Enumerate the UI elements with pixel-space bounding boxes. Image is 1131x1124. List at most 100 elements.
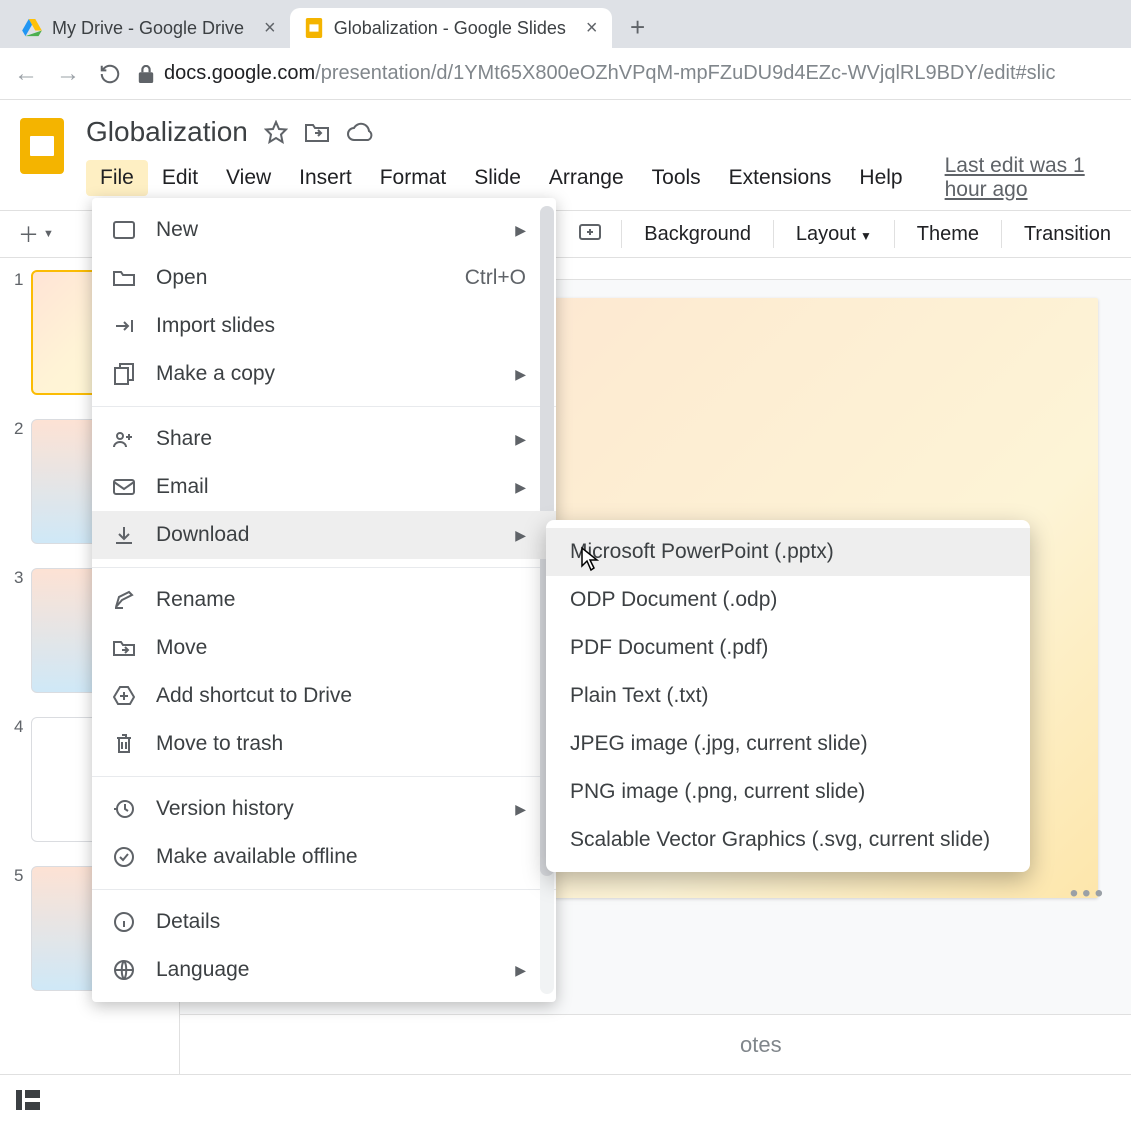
file-import[interactable]: Import slides — [92, 302, 556, 350]
browser-tab-title: My Drive - Google Drive — [52, 18, 244, 39]
download-pdf[interactable]: PDF Document (.pdf) — [546, 624, 1030, 672]
file-download[interactable]: Download ▶ — [92, 511, 556, 559]
new-icon — [110, 221, 138, 239]
thumb-index: 1 — [14, 270, 23, 290]
file-language[interactable]: Language ▶ — [92, 946, 556, 994]
last-edit-link[interactable]: Last edit was 1 hour ago — [945, 154, 1115, 202]
file-version-history[interactable]: Version history ▶ — [92, 785, 556, 833]
slides-logo[interactable] — [12, 116, 72, 176]
theme-button[interactable]: Theme — [907, 219, 989, 250]
email-icon — [110, 479, 138, 495]
layout-button[interactable]: Layout▼ — [786, 219, 882, 250]
folder-icon — [110, 269, 138, 287]
menu-edit[interactable]: Edit — [148, 160, 212, 196]
import-icon — [110, 317, 138, 335]
url-path: /presentation/d/1YMt65X800eOZhVPqM-mpFZu… — [315, 62, 1055, 84]
drive-favicon — [22, 18, 42, 38]
file-details[interactable]: Details — [92, 898, 556, 946]
background-button[interactable]: Background — [634, 219, 761, 250]
offline-icon — [110, 846, 138, 868]
open-shortcut: Ctrl+O — [465, 266, 526, 290]
menu-slide[interactable]: Slide — [460, 160, 535, 196]
more-icon[interactable]: ••• — [1070, 880, 1107, 908]
file-new[interactable]: New ▶ — [92, 206, 556, 254]
menu-bar: File Edit View Insert Format Slide Arran… — [86, 154, 1115, 202]
rename-icon — [110, 590, 138, 610]
submenu-arrow-icon: ▶ — [515, 962, 526, 979]
menu-separator — [92, 776, 556, 777]
menu-separator — [92, 406, 556, 407]
history-icon — [110, 798, 138, 820]
file-move[interactable]: Move — [92, 624, 556, 672]
menu-help[interactable]: Help — [845, 160, 916, 196]
browser-tab-title: Globalization - Google Slides — [334, 18, 566, 39]
url-host: docs.google.com — [164, 62, 315, 84]
thumb-index: 2 — [14, 419, 23, 439]
file-menu-dropdown: New ▶ Open Ctrl+O Import slides Make a c… — [92, 198, 556, 1002]
close-tab-icon[interactable]: × — [264, 17, 276, 40]
menu-tools[interactable]: Tools — [638, 160, 715, 196]
menu-file[interactable]: File — [86, 160, 148, 196]
file-add-shortcut[interactable]: Add shortcut to Drive — [92, 672, 556, 720]
share-icon — [110, 430, 138, 448]
download-jpg[interactable]: JPEG image (.jpg, current slide) — [546, 720, 1030, 768]
trash-icon — [110, 733, 138, 755]
shortcut-icon — [110, 686, 138, 706]
menu-view[interactable]: View — [212, 160, 285, 196]
copy-icon — [110, 363, 138, 385]
browser-address-bar: ← → docs.google.com/presentation/d/1YMt6… — [0, 48, 1131, 100]
back-button[interactable]: ← — [12, 60, 40, 88]
download-png[interactable]: PNG image (.png, current slide) — [546, 768, 1030, 816]
new-slide-button[interactable]: ＋ ▼ — [10, 215, 62, 253]
submenu-arrow-icon: ▶ — [515, 479, 526, 496]
file-trash[interactable]: Move to trash — [92, 720, 556, 768]
slides-favicon — [304, 18, 324, 38]
download-submenu: Microsoft PowerPoint (.pptx) ODP Documen… — [546, 520, 1030, 872]
browser-tab-drive[interactable]: My Drive - Google Drive × — [8, 8, 290, 48]
submenu-arrow-icon: ▶ — [515, 366, 526, 383]
info-icon — [110, 911, 138, 933]
globe-icon — [110, 959, 138, 981]
speaker-notes[interactable]: otes — [180, 1014, 1131, 1074]
submenu-arrow-icon: ▶ — [515, 527, 526, 544]
menu-separator — [92, 567, 556, 568]
file-email[interactable]: Email ▶ — [92, 463, 556, 511]
download-odp[interactable]: ODP Document (.odp) — [546, 576, 1030, 624]
download-pptx[interactable]: Microsoft PowerPoint (.pptx) — [546, 528, 1030, 576]
doc-title[interactable]: Globalization — [86, 116, 248, 148]
status-bar — [0, 1074, 1131, 1124]
file-offline[interactable]: Make available offline — [92, 833, 556, 881]
browser-tab-strip: My Drive - Google Drive × Globalization … — [0, 0, 1131, 48]
star-icon[interactable] — [264, 120, 288, 144]
close-tab-icon[interactable]: × — [586, 17, 598, 40]
reload-button[interactable] — [96, 60, 124, 88]
thumb-index: 4 — [14, 717, 23, 737]
menu-format[interactable]: Format — [366, 160, 461, 196]
file-share[interactable]: Share ▶ — [92, 415, 556, 463]
forward-button[interactable]: → — [54, 60, 82, 88]
menu-separator — [92, 889, 556, 890]
menu-arrange[interactable]: Arrange — [535, 160, 638, 196]
url-input[interactable]: docs.google.com/presentation/d/1YMt65X80… — [138, 62, 1119, 85]
grid-view-icon[interactable] — [16, 1090, 40, 1110]
thumb-index: 3 — [14, 568, 23, 588]
new-tab-button[interactable]: + — [620, 9, 656, 45]
move-to-folder-icon[interactable] — [304, 121, 330, 143]
menu-extensions[interactable]: Extensions — [715, 160, 846, 196]
browser-tab-slides[interactable]: Globalization - Google Slides × — [290, 8, 612, 48]
download-txt[interactable]: Plain Text (.txt) — [546, 672, 1030, 720]
submenu-arrow-icon: ▶ — [515, 222, 526, 239]
file-rename[interactable]: Rename — [92, 576, 556, 624]
lock-icon — [138, 65, 154, 83]
download-svg[interactable]: Scalable Vector Graphics (.svg, current … — [546, 816, 1030, 864]
submenu-arrow-icon: ▶ — [515, 801, 526, 818]
menu-insert[interactable]: Insert — [285, 160, 366, 196]
transition-button[interactable]: Transition — [1014, 219, 1121, 250]
submenu-arrow-icon: ▶ — [515, 431, 526, 448]
file-make-copy[interactable]: Make a copy ▶ — [92, 350, 556, 398]
thumb-index: 5 — [14, 866, 23, 886]
file-open[interactable]: Open Ctrl+O — [92, 254, 556, 302]
app-header: Globalization File Edit View Insert Form… — [0, 100, 1131, 202]
comment-icon[interactable] — [571, 220, 609, 248]
cloud-status-icon[interactable] — [346, 122, 374, 142]
